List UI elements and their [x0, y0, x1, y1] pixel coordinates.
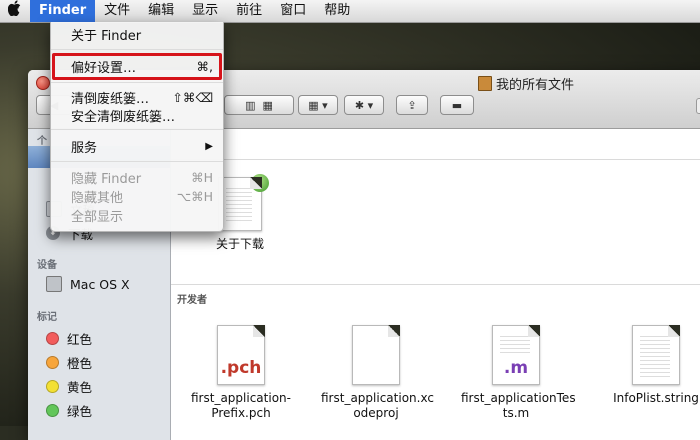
- view-mode-buttons[interactable]: ▥ ▦: [224, 95, 294, 115]
- menu-item-secure-empty-trash[interactable]: 安全清倒废纸篓…: [51, 106, 225, 125]
- menu-separator: [51, 161, 223, 162]
- strings-file-icon: [632, 325, 680, 385]
- file-ext-label: .m: [503, 358, 529, 378]
- menu-item-shortcut: ⌘H: [191, 170, 213, 185]
- menu-item-label: 清倒废纸篓…: [71, 92, 150, 107]
- window-title: 我的所有文件: [478, 74, 574, 93]
- section-divider: [171, 159, 700, 160]
- action-button[interactable]: ✱ ▾: [344, 95, 384, 115]
- file-name-line1: first_application.xc: [321, 391, 434, 405]
- sidebar-header-personal: 个: [37, 136, 47, 147]
- file-ext-label: .pch: [220, 358, 262, 378]
- menu-item-hide-finder[interactable]: 隐藏 Finder ⌘H: [51, 168, 225, 187]
- document-lines-icon: [640, 336, 670, 380]
- file-browser-content: 关于下载 开发者 .pch first_application- Prefix.…: [171, 129, 700, 440]
- file-item-infoplist[interactable]: InfoPlist.string: [601, 325, 700, 406]
- file-name-line2: ts.m: [502, 406, 530, 420]
- arrange-icon: ▦ ▾: [308, 98, 328, 112]
- file-item-xcodeproj[interactable]: first_application.xc odeproj: [321, 325, 434, 421]
- sidebar-tag-yellow[interactable]: 黄色: [28, 374, 170, 398]
- submenu-arrow-icon: ▶: [205, 141, 213, 152]
- orange-tag-dot-icon: [46, 355, 59, 369]
- apple-menu-icon[interactable]: [0, 0, 30, 22]
- menu-item-shortcut: ⌥⌘H: [176, 189, 213, 204]
- gear-icon: ✱ ▾: [354, 98, 374, 112]
- pch-file-icon: .pch: [217, 325, 265, 385]
- file-item-prefix-pch[interactable]: .pch first_application- Prefix.pch: [186, 325, 296, 421]
- share-button[interactable]: ⇪: [396, 95, 428, 115]
- green-tag-dot-icon: [46, 403, 59, 417]
- sidebar-tag-orange[interactable]: 橙色: [28, 350, 170, 374]
- menu-item-empty-trash[interactable]: 清倒废纸篓… ⇧⌘⌫: [51, 88, 225, 107]
- column-view-icon[interactable]: ▥: [245, 99, 255, 112]
- file-name-line2: odeproj: [353, 406, 399, 420]
- window-title-text: 我的所有文件: [496, 78, 575, 93]
- arrange-button[interactable]: ▦ ▾: [298, 95, 338, 115]
- menu-view[interactable]: 显示: [183, 0, 227, 22]
- menu-item-label: 全部显示: [71, 210, 124, 225]
- menu-item-label: 服务: [71, 141, 98, 156]
- file-name-line2: Prefix.pch: [211, 406, 271, 420]
- file-name: 关于下载: [215, 237, 264, 251]
- menu-item-about-finder[interactable]: 关于 Finder: [51, 25, 225, 44]
- menu-item-hide-others[interactable]: 隐藏其他 ⌥⌘H: [51, 187, 225, 206]
- document-lines-icon: [226, 188, 252, 222]
- xcodeproj-file-icon: [352, 325, 400, 385]
- sidebar-header-tags: 标记: [37, 312, 57, 323]
- menu-item-show-all[interactable]: 全部显示: [51, 206, 225, 225]
- menu-bar: Finder 文件 编辑 显示 前往 窗口 帮助: [0, 0, 700, 23]
- menu-edit[interactable]: 编辑: [139, 0, 183, 22]
- m-file-icon: .m: [492, 325, 540, 385]
- menu-item-label: 安全清倒废纸篓…: [71, 110, 176, 125]
- menu-separator: [51, 129, 223, 130]
- sidebar-tag-label: 绿色: [67, 403, 93, 419]
- file-name-line1: first_application-: [191, 391, 291, 405]
- menu-item-label: 关于 Finder: [71, 29, 142, 44]
- tag-icon: ▬: [451, 98, 463, 112]
- hard-drive-icon: [46, 276, 62, 292]
- section-header-developer: 开发者: [177, 295, 207, 306]
- sidebar-item-label: Mac OS X: [70, 276, 130, 292]
- document-lines-icon: [500, 336, 530, 356]
- all-my-files-icon: [478, 76, 492, 91]
- section-divider: [171, 284, 700, 285]
- file-name-line1: InfoPlist.string: [613, 391, 699, 405]
- menu-item-label: 隐藏其他: [71, 191, 124, 206]
- highlight-box-preferences: [52, 53, 222, 80]
- download-badge-icon: [251, 174, 269, 192]
- sidebar-tag-green[interactable]: 绿色: [28, 398, 170, 422]
- file-name-line1: first_applicationTes: [461, 391, 576, 405]
- file-item-tests-m[interactable]: .m first_applicationTes ts.m: [461, 325, 576, 421]
- menu-file[interactable]: 文件: [95, 0, 139, 22]
- share-icon: ⇪: [407, 98, 417, 112]
- menu-help[interactable]: 帮助: [315, 0, 359, 22]
- sidebar-tag-red[interactable]: 红色: [28, 326, 170, 350]
- tags-button[interactable]: ▬: [440, 95, 474, 115]
- sidebar-tag-label: 橙色: [67, 355, 93, 371]
- fullscreen-button[interactable]: [696, 98, 700, 114]
- sidebar-item-macos[interactable]: Mac OS X: [28, 272, 170, 296]
- sidebar-tag-label: 红色: [67, 331, 93, 347]
- yellow-tag-dot-icon: [46, 379, 59, 393]
- menu-item-services[interactable]: 服务 ▶: [51, 137, 225, 156]
- sidebar-header-devices: 设备: [37, 260, 57, 271]
- close-window-button[interactable]: [36, 76, 50, 90]
- menu-item-shortcut: ⇧⌘⌫: [172, 90, 213, 105]
- menu-window[interactable]: 窗口: [271, 0, 315, 22]
- menu-separator: [51, 49, 223, 50]
- menu-go[interactable]: 前往: [227, 0, 271, 22]
- coverflow-view-icon[interactable]: ▦: [263, 99, 273, 112]
- sidebar-tag-label: 黄色: [67, 379, 93, 395]
- red-tag-dot-icon: [46, 331, 59, 345]
- menu-finder[interactable]: Finder: [30, 0, 96, 22]
- finder-dropdown-menu: 关于 Finder 偏好设置… ⌘, 清倒废纸篓… ⇧⌘⌫ 安全清倒废纸篓… 服…: [50, 22, 224, 232]
- menu-separator: [51, 82, 223, 83]
- menu-item-label: 隐藏 Finder: [71, 172, 142, 187]
